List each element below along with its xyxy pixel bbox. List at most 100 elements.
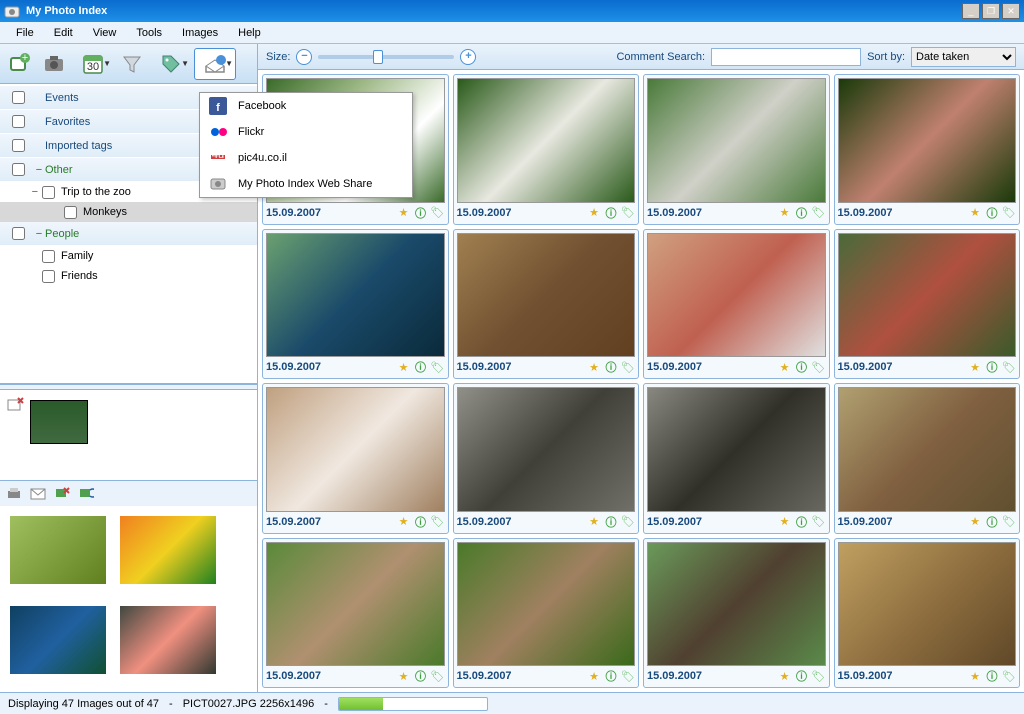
tag-people[interactable]: −People (0, 222, 257, 246)
strip-thumb[interactable] (8, 604, 108, 676)
tag-icon[interactable]: 🏷 (621, 206, 635, 220)
thumbnail-image[interactable] (647, 233, 826, 358)
size-track[interactable] (318, 55, 454, 59)
calendar-button[interactable]: 30▼ (72, 48, 114, 80)
thumbnail-image[interactable] (647, 387, 826, 512)
minimize-button[interactable]: _ (962, 3, 980, 19)
star-icon[interactable]: ★ (778, 515, 792, 529)
thumbnail-image[interactable] (457, 233, 636, 358)
tag-friends[interactable]: Friends (0, 266, 257, 286)
tag-button[interactable]: ▼ (150, 48, 192, 80)
info-icon[interactable]: ⓘ (414, 515, 428, 529)
tag-icon[interactable]: 🏷 (812, 669, 826, 683)
tag-checkbox[interactable] (64, 206, 77, 219)
tag-icon[interactable]: 🏷 (431, 360, 445, 374)
thumbnail-cell[interactable]: 15.09.2007★ⓘ🏷 (643, 229, 830, 380)
star-icon[interactable]: ★ (397, 360, 411, 374)
info-icon[interactable]: ⓘ (795, 360, 809, 374)
menu-images[interactable]: Images (172, 24, 228, 42)
thumbnail-image[interactable] (457, 542, 636, 667)
size-decrease-button[interactable]: − (296, 49, 312, 65)
tag-monkeys[interactable]: Monkeys (0, 202, 257, 222)
thumbnail-image[interactable] (266, 387, 445, 512)
info-icon[interactable]: ⓘ (985, 360, 999, 374)
thumbnail-cell[interactable]: 15.09.2007★ⓘ🏷 (453, 229, 640, 380)
size-increase-button[interactable]: + (460, 49, 476, 65)
info-icon[interactable]: ⓘ (414, 360, 428, 374)
tag-checkbox[interactable] (42, 250, 55, 263)
thumbnail-cell[interactable]: 15.09.2007★ⓘ🏷 (643, 74, 830, 225)
info-icon[interactable]: ⓘ (604, 206, 618, 220)
thumbnail-image[interactable] (457, 387, 636, 512)
tag-family[interactable]: Family (0, 246, 257, 266)
thumbnail-cell[interactable]: 15.09.2007★ⓘ🏷 (262, 538, 449, 689)
info-icon[interactable]: ⓘ (985, 515, 999, 529)
funnel-button[interactable] (116, 48, 148, 80)
star-icon[interactable]: ★ (968, 206, 982, 220)
info-icon[interactable]: ⓘ (795, 515, 809, 529)
menu-edit[interactable]: Edit (44, 24, 83, 42)
star-icon[interactable]: ★ (587, 515, 601, 529)
info-icon[interactable]: ⓘ (414, 206, 428, 220)
star-icon[interactable]: ★ (968, 515, 982, 529)
thumbnail-image[interactable] (266, 233, 445, 358)
thumbnail-image[interactable] (838, 233, 1017, 358)
thumbnail-image[interactable] (647, 542, 826, 667)
thumbnail-image[interactable] (647, 78, 826, 203)
comment-search-input[interactable] (711, 48, 861, 66)
thumbnail-image[interactable] (838, 78, 1017, 203)
menu-view[interactable]: View (83, 24, 127, 42)
star-icon[interactable]: ★ (778, 360, 792, 374)
share-flickr[interactable]: Flickr (200, 119, 412, 145)
thumbnail-cell[interactable]: 15.09.2007★ⓘ🏷 (834, 229, 1021, 380)
thumbnail-cell[interactable]: 15.09.2007★ⓘ🏷 (262, 229, 449, 380)
star-icon[interactable]: ★ (968, 360, 982, 374)
strip-thumb[interactable] (8, 514, 108, 586)
tag-icon[interactable]: 🏷 (1002, 669, 1016, 683)
tag-icon[interactable]: 🏷 (812, 515, 826, 529)
refresh-icon[interactable] (78, 486, 94, 502)
tag-checkbox[interactable] (12, 227, 25, 240)
star-icon[interactable]: ★ (778, 669, 792, 683)
star-icon[interactable]: ★ (587, 669, 601, 683)
star-icon[interactable]: ★ (397, 206, 411, 220)
thumbnail-cell[interactable]: 15.09.2007★ⓘ🏷 (834, 538, 1021, 689)
tag-checkbox[interactable] (12, 91, 25, 104)
add-photo-button[interactable]: + (4, 48, 36, 80)
tag-checkbox[interactable] (12, 163, 25, 176)
menu-help[interactable]: Help (228, 24, 271, 42)
tag-checkbox[interactable] (42, 186, 55, 199)
star-icon[interactable]: ★ (778, 206, 792, 220)
thumbnail-image[interactable] (457, 78, 636, 203)
thumbnail-cell[interactable]: 15.09.2007★ⓘ🏷 (262, 383, 449, 534)
thumbnail-cell[interactable]: 15.09.2007★ⓘ🏷 (834, 74, 1021, 225)
tag-icon[interactable]: 🏷 (812, 206, 826, 220)
thumbnail-image[interactable] (838, 542, 1017, 667)
info-icon[interactable]: ⓘ (414, 669, 428, 683)
share-button[interactable]: ▼ (194, 48, 236, 80)
camera-button[interactable] (38, 48, 70, 80)
menu-tools[interactable]: Tools (126, 24, 172, 42)
tag-icon[interactable]: 🏷 (431, 515, 445, 529)
thumbnail-image[interactable] (838, 387, 1017, 512)
info-icon[interactable]: ⓘ (604, 360, 618, 374)
tag-icon[interactable]: 🏷 (621, 515, 635, 529)
info-icon[interactable]: ⓘ (604, 515, 618, 529)
remove-selection-icon[interactable] (6, 396, 24, 414)
tag-icon[interactable]: 🏷 (1002, 515, 1016, 529)
thumbnail-cell[interactable]: 15.09.2007★ⓘ🏷 (453, 383, 640, 534)
thumbnail-cell[interactable]: 15.09.2007★ⓘ🏷 (453, 74, 640, 225)
thumbnail-cell[interactable]: 15.09.2007★ⓘ🏷 (834, 383, 1021, 534)
share-facebook[interactable]: fFacebook (200, 93, 412, 119)
close-button[interactable]: ✕ (1002, 3, 1020, 19)
strip-thumb[interactable] (118, 514, 218, 586)
tag-checkbox[interactable] (12, 139, 25, 152)
tag-icon[interactable]: 🏷 (621, 669, 635, 683)
share-webshare[interactable]: My Photo Index Web Share (200, 171, 412, 197)
tag-icon[interactable]: 🏷 (621, 360, 635, 374)
info-icon[interactable]: ⓘ (795, 206, 809, 220)
print-icon[interactable] (6, 486, 22, 502)
info-icon[interactable]: ⓘ (985, 206, 999, 220)
star-icon[interactable]: ★ (397, 669, 411, 683)
share-pic4u[interactable]: 4upic4u.co.il (200, 145, 412, 171)
